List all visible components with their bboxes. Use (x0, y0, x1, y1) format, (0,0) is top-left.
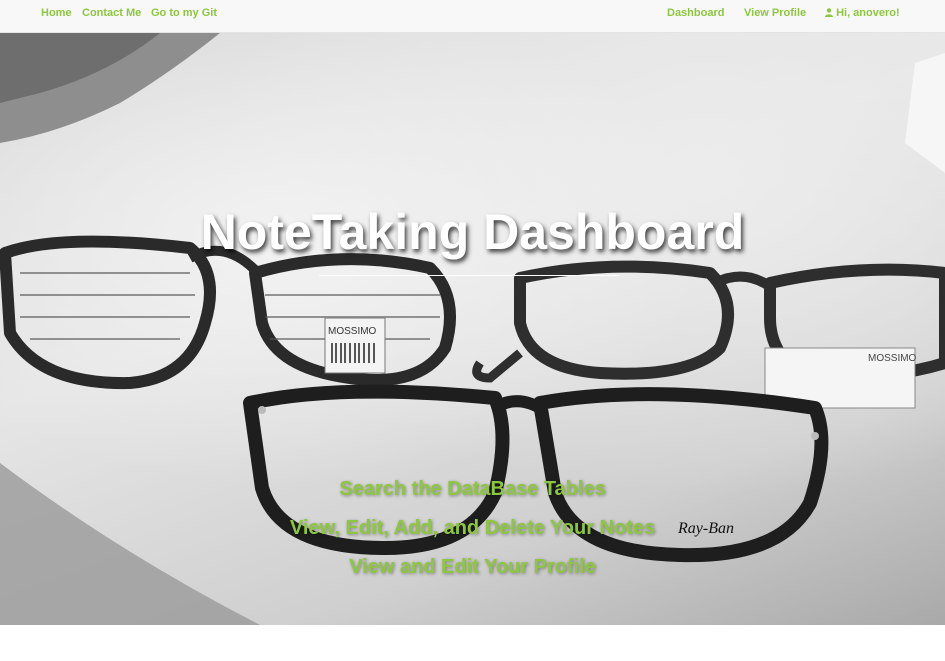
nav-home-link[interactable]: Home (41, 7, 72, 19)
page-title: NoteTaking Dashboard (200, 204, 745, 260)
user-icon (825, 8, 833, 17)
nav-contact-link[interactable]: Contact Me (82, 7, 141, 19)
nav-git-link[interactable]: Go to my Git (151, 7, 217, 19)
price-tag-right: MOSSIMO (868, 353, 917, 364)
title-divider (319, 275, 619, 276)
edit-profile-link[interactable]: View and Edit Your Profile (0, 556, 945, 579)
nav-view-profile-link[interactable]: View Profile (744, 7, 806, 19)
nav-dashboard-link[interactable]: Dashboard (667, 7, 724, 19)
hero-banner: MOSSIMO MOSSIMO Ray-Ban NoteTaking Dashb… (0, 33, 945, 625)
search-database-link[interactable]: Search the DataBase Tables (0, 478, 945, 501)
price-tag-left: MOSSIMO (328, 326, 377, 337)
manage-notes-link[interactable]: View, Edit, Add, and Delete Your Notes (0, 517, 945, 540)
top-navbar: Home Contact Me Go to my Git Dashboard V… (0, 0, 945, 33)
user-greeting: Hi, anovero! (836, 7, 900, 19)
nav-user-menu[interactable]: Hi, anovero! (825, 7, 900, 19)
